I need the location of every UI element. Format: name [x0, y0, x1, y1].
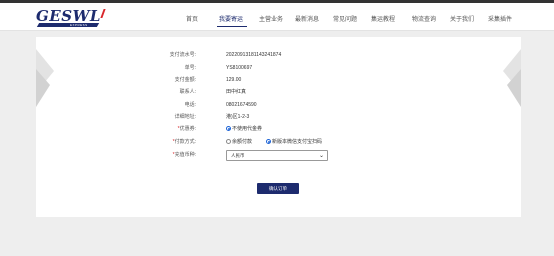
amount-value: 129.00 — [226, 77, 242, 83]
pay-label-wrap: *付款方式: — [36, 139, 196, 146]
contact-label: 联系人: — [179, 89, 196, 95]
coupon-radio[interactable] — [226, 125, 231, 131]
pay-qr-radio[interactable] — [266, 138, 271, 144]
pay-option-balance[interactable]: 余额付款 — [226, 138, 253, 146]
nav-item-news[interactable]: 最新消息 — [295, 14, 319, 23]
currency-label-wrap: *充值币种: — [36, 152, 196, 159]
nav-active-underline — [217, 26, 247, 27]
pay-qr-label: 新版本微信支付宝扫码 — [272, 139, 323, 145]
pay-balance-label: 余额付款 — [232, 139, 253, 145]
right-arrow-decoration — [503, 49, 521, 107]
coupon-option[interactable]: 不使用代金券 — [226, 125, 263, 133]
currency-select-value: 人民币 — [231, 153, 245, 158]
phone-label: 电话: — [184, 102, 196, 108]
nav-item-ship[interactable]: 我要寄运 — [219, 14, 243, 23]
nav-item-plugin[interactable]: 采集插件 — [488, 14, 512, 23]
coupon-label: 优惠券: — [179, 126, 196, 132]
serial-value: 20220913181143241874 — [226, 52, 282, 58]
nav-item-home[interactable]: 首页 — [186, 14, 198, 23]
nav-item-faq[interactable]: 常见问题 — [333, 14, 357, 23]
pay-label: 付款方式: — [174, 139, 196, 145]
nav-item-tutorial[interactable]: 集运教程 — [371, 14, 395, 23]
address-value: 港)区1-2-3 — [226, 114, 250, 120]
pay-option-qr[interactable]: 新版本微信支付宝扫码 — [266, 138, 323, 146]
currency-label: 充值币种: — [174, 152, 196, 158]
amount-label: 支付金额: — [174, 77, 196, 83]
main-nav: 首页 我要寄运 主营业务 最新消息 常见问题 集运教程 物流查询 关于我们 采集… — [0, 14, 554, 27]
order-value: YS8100697 — [226, 65, 253, 71]
site-header: GESWL EXPRESS 首页 我要寄运 主营业务 最新消息 常见问题 集运教… — [0, 3, 554, 31]
coupon-label-wrap: *优惠券: — [36, 126, 196, 133]
order-label: 单号: — [184, 65, 196, 71]
nav-item-about[interactable]: 关于我们 — [450, 14, 474, 23]
payment-card: 支付流水号: 20220913181143241874 单号: YS810069… — [36, 37, 521, 217]
coupon-option-label: 不使用代金券 — [232, 126, 263, 132]
pay-balance-radio[interactable] — [226, 138, 231, 144]
serial-label: 支付流水号: — [169, 52, 196, 58]
confirm-order-button[interactable]: 确认订单 — [257, 183, 299, 194]
address-label: 详细地址: — [174, 114, 196, 120]
contact-value: 田中红真 — [226, 89, 247, 95]
nav-item-business[interactable]: 主营业务 — [259, 14, 283, 23]
phone-value: 08021674590 — [226, 102, 257, 108]
nav-item-tracking[interactable]: 物流查询 — [412, 14, 436, 23]
chevron-down-icon: ⌄ — [318, 153, 324, 159]
currency-select[interactable]: 人民币 ⌄ — [226, 150, 328, 161]
